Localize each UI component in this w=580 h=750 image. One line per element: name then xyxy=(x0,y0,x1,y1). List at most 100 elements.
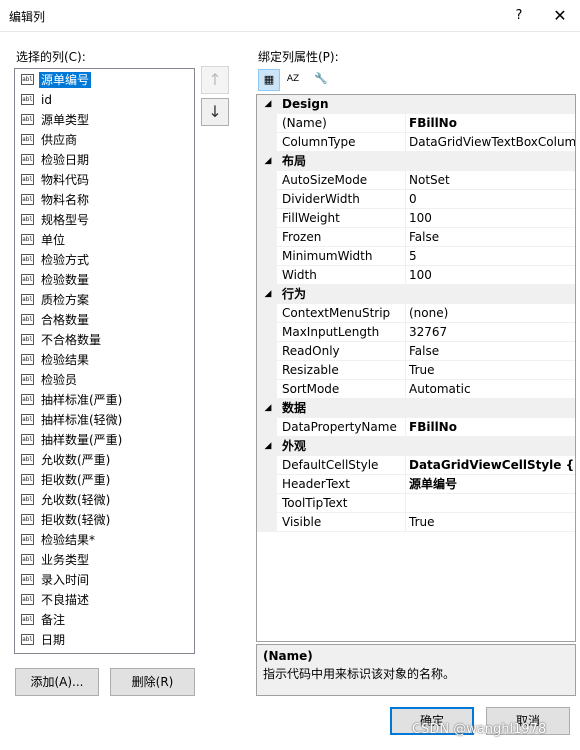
column-list-item[interactable]: abl 允收数(轻微) xyxy=(15,489,194,509)
column-list-item[interactable]: abl 检验方式 xyxy=(15,249,194,269)
column-list-item[interactable]: abl 检验员 xyxy=(15,369,194,389)
property-value[interactable]: 5 xyxy=(406,247,575,266)
property-value[interactable]: Automatic xyxy=(406,380,575,399)
property-row[interactable]: FillWeight 100 xyxy=(257,209,575,228)
property-value[interactable]: True xyxy=(406,513,575,532)
help-button[interactable]: ? xyxy=(500,0,538,32)
property-value[interactable]: False xyxy=(406,228,575,247)
column-list-item[interactable]: abl 备注 xyxy=(15,609,194,629)
alphabetical-sort-icon[interactable]: AZ xyxy=(282,69,304,91)
property-row[interactable]: DataPropertyName FBillNo xyxy=(257,418,575,437)
property-row[interactable]: (Name) FBillNo xyxy=(257,114,575,133)
close-icon[interactable]: ✕ xyxy=(540,0,580,32)
property-value[interactable]: 32767 xyxy=(406,323,575,342)
property-row[interactable]: MinimumWidth 5 xyxy=(257,247,575,266)
property-value[interactable]: (none) xyxy=(406,304,575,323)
column-list-item[interactable]: abl 不良描述 xyxy=(15,589,194,609)
column-list-item[interactable]: abl 抽样标准(严重) xyxy=(15,389,194,409)
property-value[interactable]: 100 xyxy=(406,266,575,285)
column-list-item[interactable]: abl 合格数量 xyxy=(15,309,194,329)
property-name[interactable]: AutoSizeMode xyxy=(277,171,406,190)
add-button[interactable]: 添加(A)... xyxy=(15,668,99,696)
property-name[interactable]: MaxInputLength xyxy=(277,323,406,342)
column-list-item[interactable]: abl 质检方案 xyxy=(15,289,194,309)
collapse-icon[interactable]: ◢ xyxy=(261,437,275,455)
property-name[interactable]: ReadOnly xyxy=(277,342,406,361)
property-row[interactable]: Frozen False xyxy=(257,228,575,247)
category-row[interactable]: ◢ 布局 xyxy=(257,152,575,171)
property-row[interactable]: HeaderText 源单编号 xyxy=(257,475,575,494)
column-list-item[interactable]: abl 检验日期 xyxy=(15,149,194,169)
property-name[interactable]: DefaultCellStyle xyxy=(277,456,406,475)
property-name[interactable]: Visible xyxy=(277,513,406,532)
property-row[interactable]: AutoSizeMode NotSet xyxy=(257,171,575,190)
move-up-button[interactable]: ↑ xyxy=(201,66,229,94)
property-row[interactable]: ContextMenuStrip (none) xyxy=(257,304,575,323)
property-row[interactable]: Visible True xyxy=(257,513,575,532)
property-name[interactable]: SortMode xyxy=(277,380,406,399)
category-row[interactable]: ◢ 行为 xyxy=(257,285,575,304)
property-grid[interactable]: ◢ Design (Name) FBillNo ColumnType DataGridVi… xyxy=(256,94,576,642)
property-value[interactable]: FBillNo xyxy=(406,418,575,437)
property-value[interactable]: True xyxy=(406,361,575,380)
property-name[interactable]: Width xyxy=(277,266,406,285)
category-row[interactable]: ◢ 数据 xyxy=(257,399,575,418)
column-list-item[interactable]: abl 物料代码 xyxy=(15,169,194,189)
column-list-item[interactable]: abl 单位 xyxy=(15,229,194,249)
category-row[interactable]: ◢ Design xyxy=(257,95,575,114)
category-row[interactable]: ◢ 外观 xyxy=(257,437,575,456)
property-value[interactable]: 源单编号 xyxy=(406,475,575,494)
property-row[interactable]: DefaultCellStyle DataGridViewCellStyle { … xyxy=(257,456,575,475)
collapse-icon[interactable]: ◢ xyxy=(261,285,275,303)
column-list-item[interactable]: abl 源单编号 xyxy=(15,69,194,89)
column-list-item[interactable]: abl 抽样数量(严重) xyxy=(15,429,194,449)
columns-listbox[interactable]: abl 源单编号 abl id abl 源单类型 abl 供应商 abl 检验日期 abl 物料代码 a… xyxy=(14,68,195,654)
remove-button[interactable]: 删除(R) xyxy=(110,668,195,696)
column-list-item[interactable]: abl 源单类型 xyxy=(15,109,194,129)
column-list-item[interactable]: abl 检验结果 xyxy=(15,349,194,369)
column-list-item[interactable]: abl 检验结果* xyxy=(15,529,194,549)
property-name[interactable]: ContextMenuStrip xyxy=(277,304,406,323)
property-name[interactable]: DividerWidth xyxy=(277,190,406,209)
column-list-item[interactable]: abl id xyxy=(15,89,194,109)
property-value[interactable]: FBillNo xyxy=(406,114,575,133)
property-pages-icon[interactable]: 🔧 xyxy=(310,69,332,91)
property-name[interactable]: MinimumWidth xyxy=(277,247,406,266)
property-name[interactable]: ColumnType xyxy=(277,133,406,152)
column-list-item[interactable]: abl 不合格数量 xyxy=(15,329,194,349)
property-row[interactable]: MaxInputLength 32767 xyxy=(257,323,575,342)
property-name[interactable]: (Name) xyxy=(277,114,406,133)
property-row[interactable]: ToolTipText xyxy=(257,494,575,513)
column-list-item[interactable]: abl 日期 xyxy=(15,629,194,649)
collapse-icon[interactable]: ◢ xyxy=(261,399,275,417)
column-list-item[interactable]: abl 拒收数(严重) xyxy=(15,469,194,489)
column-list-item[interactable]: abl 抽样标准(轻微) xyxy=(15,409,194,429)
property-name[interactable]: HeaderText xyxy=(277,475,406,494)
property-row[interactable]: SortMode Automatic xyxy=(257,380,575,399)
categorized-icon[interactable]: ▦ xyxy=(258,69,280,91)
property-value[interactable]: DataGridViewTextBoxColum xyxy=(406,133,575,152)
column-list-item[interactable]: abl 业务类型 xyxy=(15,549,194,569)
property-name[interactable]: DataPropertyName xyxy=(277,418,406,437)
property-value[interactable]: NotSet xyxy=(406,171,575,190)
property-row[interactable]: Width 100 xyxy=(257,266,575,285)
property-row[interactable]: Resizable True xyxy=(257,361,575,380)
property-value[interactable]: 0 xyxy=(406,190,575,209)
collapse-icon[interactable]: ◢ xyxy=(261,95,275,113)
property-name[interactable]: Frozen xyxy=(277,228,406,247)
column-list-item[interactable]: abl 允收数(严重) xyxy=(15,449,194,469)
property-value[interactable]: DataGridViewCellStyle { Fo xyxy=(406,456,575,475)
property-value[interactable]: 100 xyxy=(406,209,575,228)
column-list-item[interactable]: abl 录入时间 xyxy=(15,569,194,589)
column-list-item[interactable]: abl 拒收数(轻微) xyxy=(15,509,194,529)
column-list-item[interactable]: abl 检验数量 xyxy=(15,269,194,289)
property-row[interactable]: ColumnType DataGridViewTextBoxColum xyxy=(257,133,575,152)
property-value[interactable] xyxy=(406,494,575,513)
collapse-icon[interactable]: ◢ xyxy=(261,152,275,170)
column-list-item[interactable]: abl 供应商 xyxy=(15,129,194,149)
property-row[interactable]: ReadOnly False xyxy=(257,342,575,361)
column-list-item[interactable]: abl 物料名称 xyxy=(15,189,194,209)
property-name[interactable]: Resizable xyxy=(277,361,406,380)
property-name[interactable]: FillWeight xyxy=(277,209,406,228)
column-list-item[interactable]: abl 规格型号 xyxy=(15,209,194,229)
